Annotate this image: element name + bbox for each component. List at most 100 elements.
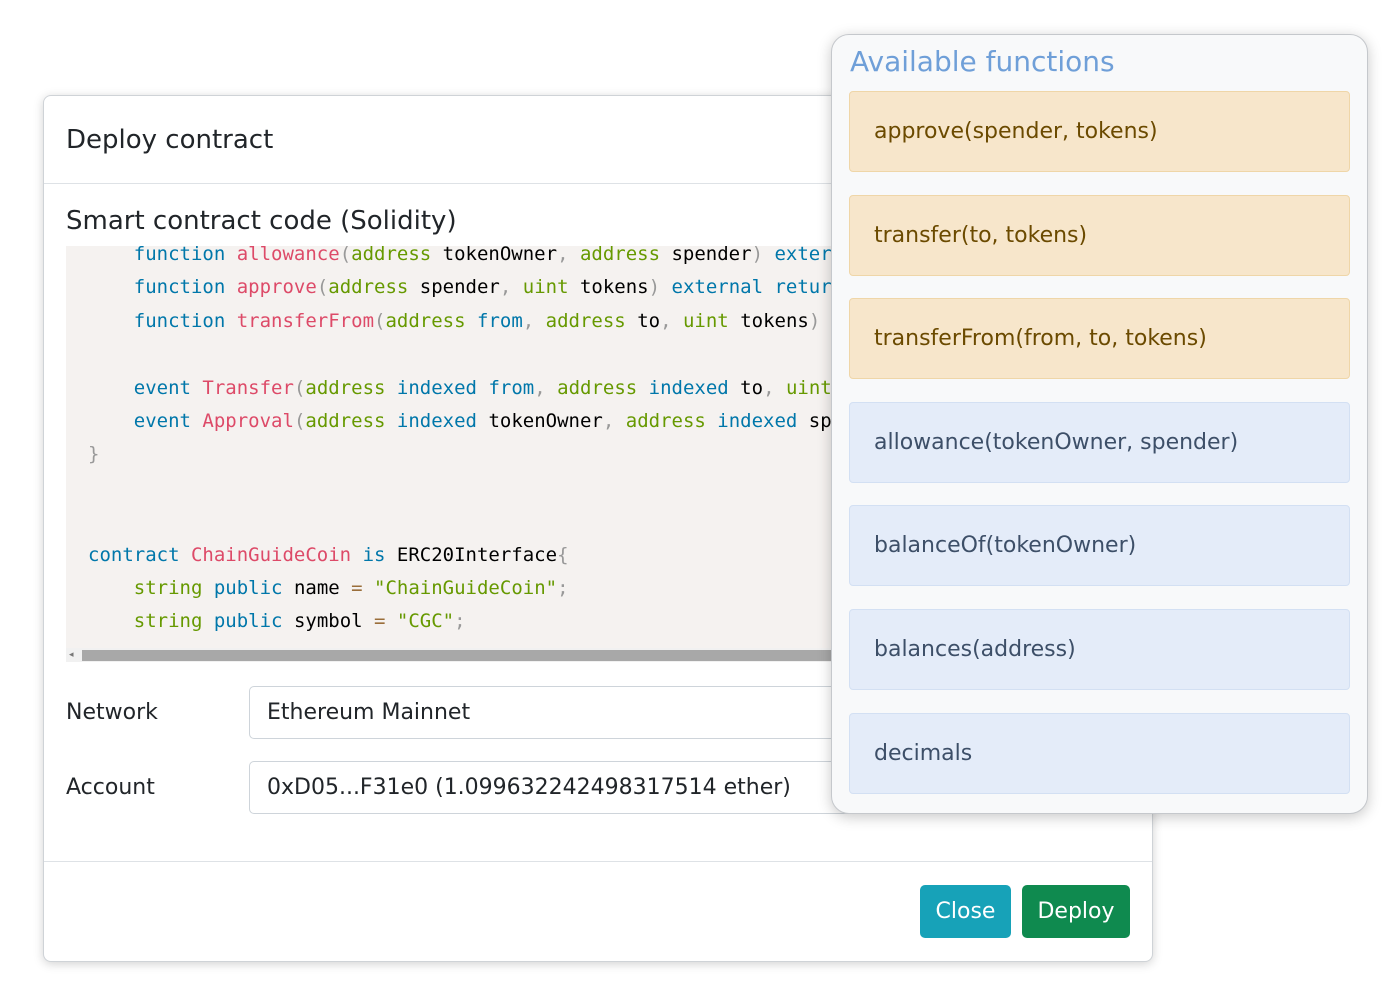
code-token: tokens xyxy=(568,276,649,299)
code-token: spender xyxy=(408,276,500,299)
code-line: contract ChainGuideCoin is ERC20Interfac… xyxy=(88,539,866,572)
code-token: Approval xyxy=(202,409,294,432)
code-token: public xyxy=(213,610,283,633)
code-token: indexed xyxy=(396,409,477,432)
close-button[interactable]: Close xyxy=(920,885,1011,938)
account-label: Account xyxy=(66,775,155,800)
code-token: , xyxy=(557,246,569,265)
code-token: transferFrom xyxy=(236,309,375,332)
code-token: , xyxy=(499,276,512,299)
code-token: Transfer xyxy=(202,376,294,399)
code-token: { xyxy=(557,543,569,566)
code-token: tokenOwner xyxy=(431,246,558,265)
function-item-transferfrom[interactable]: transferFrom(from, to, tokens) xyxy=(849,298,1350,380)
code-token: ) xyxy=(648,276,661,299)
code-token: , xyxy=(602,409,615,432)
code-line: } xyxy=(88,438,866,471)
code-token: ( xyxy=(293,376,306,399)
code-token: string xyxy=(133,576,203,599)
code-token: "ChainGuideCoin" xyxy=(374,576,558,599)
code-token: ERC20Interface xyxy=(385,543,558,566)
function-item-balanceof[interactable]: balanceOf(tokenOwner) xyxy=(849,505,1350,587)
code-token: ( xyxy=(374,309,386,332)
code-token: address xyxy=(305,376,386,399)
code-token: ) xyxy=(751,246,764,265)
code-token: event xyxy=(133,409,191,432)
code-token: address xyxy=(557,376,638,399)
code-token: spender xyxy=(660,246,752,265)
screen: Deploy contract Smart contract code (Sol… xyxy=(0,0,1400,1000)
function-item-allowance[interactable]: allowance(tokenOwner, spender) xyxy=(849,401,1350,483)
function-item-balances[interactable]: balances(address) xyxy=(849,608,1350,690)
code-token: indexed xyxy=(396,376,477,399)
code-token: = xyxy=(374,610,386,633)
code-token: indexed xyxy=(717,409,798,432)
code-line: function approve(address spender, uint t… xyxy=(88,271,866,304)
code-token: address xyxy=(579,246,661,265)
code-token: ( xyxy=(339,246,352,265)
code-token: from xyxy=(477,309,523,332)
code-line: event Transfer(address indexed from, add… xyxy=(88,372,866,405)
code-token: uint xyxy=(785,376,832,399)
code-token: string xyxy=(133,610,203,633)
code-token: , xyxy=(534,376,546,399)
function-item-transfer[interactable]: transfer(to, tokens) xyxy=(849,194,1350,276)
code-token: } xyxy=(88,443,100,466)
function-item-decimals[interactable]: decimals xyxy=(849,712,1350,794)
code-token: to xyxy=(625,309,661,332)
code-token: function xyxy=(133,246,226,265)
code-token: , xyxy=(660,309,672,332)
code-token: address xyxy=(351,246,432,265)
code-token: , xyxy=(522,309,535,332)
code-token: function xyxy=(133,309,226,332)
deploy-button[interactable]: Deploy xyxy=(1022,885,1130,938)
code-token: uint xyxy=(522,276,569,299)
function-list: approve(spender, tokens) transfer(to, to… xyxy=(849,91,1350,813)
code-token: event xyxy=(133,376,191,399)
code-token: external xyxy=(671,276,764,299)
code-token: "CGC" xyxy=(396,610,455,633)
code-token: name xyxy=(282,576,352,599)
code-content: function allowance(address tokenOwner, a… xyxy=(66,246,866,639)
code-token: ChainGuideCoin xyxy=(190,543,352,566)
code-token: to xyxy=(728,376,764,399)
code-token: public xyxy=(213,576,283,599)
modal-title: Deploy contract xyxy=(66,124,274,155)
code-token: tokens xyxy=(728,309,809,332)
code-token: indexed xyxy=(648,376,729,399)
code-line: function allowance(address tokenOwner, a… xyxy=(88,246,866,271)
code-line: event Approval(address indexed tokenOwne… xyxy=(88,405,866,438)
panel-title: Available functions xyxy=(850,45,1115,78)
code-token: address xyxy=(385,309,466,332)
code-line: string public symbol = "CGC"; xyxy=(88,605,866,638)
function-item-approve[interactable]: approve(spender, tokens) xyxy=(849,91,1350,172)
code-token: address xyxy=(625,409,706,432)
available-functions-panel: Available functions approve(spender, tok… xyxy=(831,34,1368,814)
code-token: address xyxy=(305,409,386,432)
scroll-left-icon[interactable]: ◂ xyxy=(69,650,74,660)
